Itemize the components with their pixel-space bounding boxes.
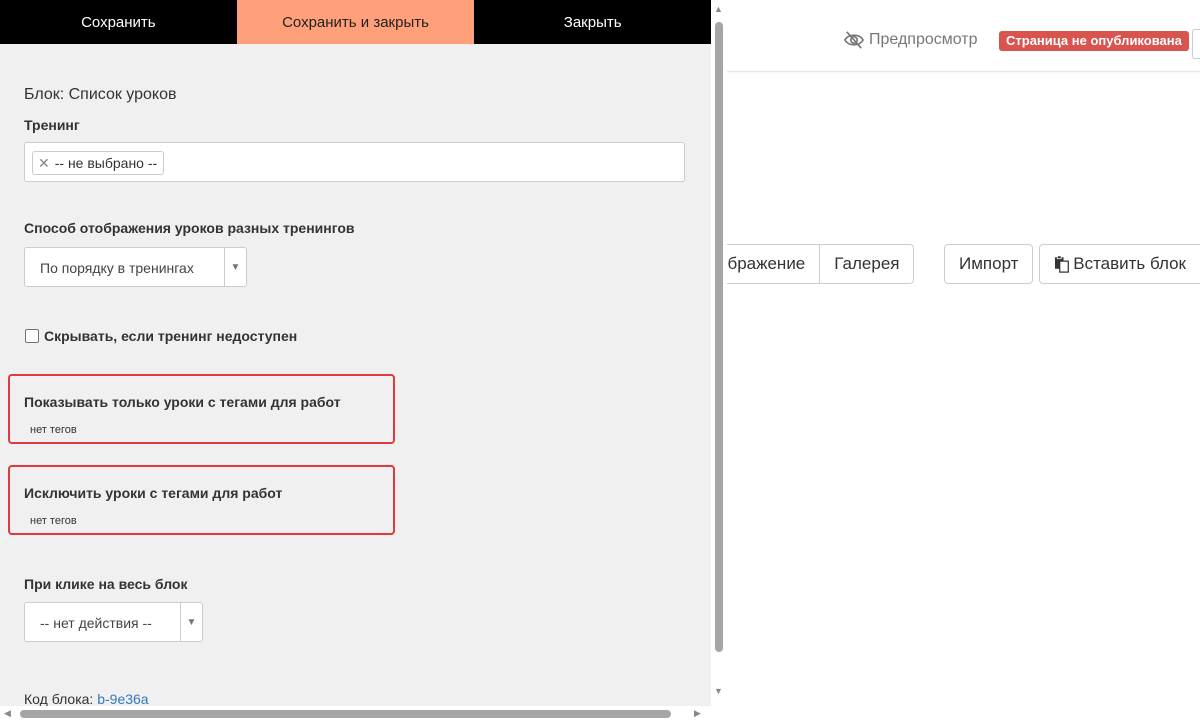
preview-button[interactable]: Предпросмотр [843, 30, 978, 50]
paste-block-button[interactable]: Вставить блок [1039, 244, 1200, 284]
scroll-left-icon[interactable]: ◀ [4, 708, 11, 719]
click-action-label: При клике на весь блок [24, 576, 188, 592]
import-button[interactable]: Импорт [944, 244, 1034, 284]
show-tags-label: Показывать только уроки с тегами для раб… [24, 394, 341, 410]
close-icon[interactable]: ✕ [38, 155, 50, 172]
block-title: Блок: Список уроков [24, 86, 177, 103]
horizontal-scroll-thumb[interactable] [20, 710, 671, 718]
gallery-button[interactable]: Галерея [820, 244, 915, 284]
save-button[interactable]: Сохранить [0, 0, 237, 44]
hide-if-unavailable-checkbox[interactable] [25, 329, 39, 343]
chevron-down-icon: ▼ [224, 248, 246, 286]
show-tags-value[interactable]: нет тегов [30, 424, 77, 436]
training-chip[interactable]: ✕ -- не выбрано -- [32, 151, 165, 175]
unpublished-badge: Страница не опубликована [999, 31, 1189, 51]
block-code-label: Код блока: [24, 691, 94, 707]
click-action-select[interactable]: -- нет действия -- ▼ [24, 602, 203, 642]
training-chip-label: -- не выбрано -- [54, 155, 158, 171]
panel-toolbar: Сохранить Сохранить и закрыть Закрыть [0, 0, 711, 44]
eye-slash-icon [843, 31, 865, 49]
display-mode-button[interactable]: ображение [711, 244, 821, 284]
scroll-up-icon[interactable]: ▲ [714, 4, 723, 14]
block-code-link[interactable]: b-9e36a [97, 691, 148, 707]
display-mode-select[interactable]: По порядку в тренингах ▼ [24, 247, 247, 287]
block-code: Код блока: b-9e36a [24, 691, 149, 707]
click-action-value: -- нет действия -- [40, 615, 152, 631]
horizontal-scrollbar[interactable]: ◀ ▶ [0, 706, 711, 722]
exclude-tags-value[interactable]: нет тегов [30, 515, 77, 527]
chevron-down-icon: ▼ [180, 603, 202, 641]
hide-if-unavailable-label: Скрывать, если тренинг недоступен [44, 328, 298, 344]
view-mode-group: ображение Галерея [711, 244, 915, 284]
display-mode-label: Способ отображения уроков разных тренинг… [24, 220, 355, 236]
training-label: Тренинг [24, 117, 80, 133]
training-select[interactable]: ✕ -- не выбрано -- [24, 142, 685, 182]
show-tags-section: Показывать только уроки с тегами для раб… [8, 374, 395, 444]
editor-topbar: Предпросмотр Страница не опубликована [711, 0, 1200, 72]
scroll-right-icon[interactable]: ▶ [694, 708, 701, 719]
exclude-tags-label: Исключить уроки с тегами для работ [24, 485, 283, 501]
preview-label: Предпросмотр [869, 31, 978, 48]
vertical-scrollbar[interactable]: ▲ ▼ [711, 0, 727, 722]
paste-block-label: Вставить блок [1073, 254, 1186, 273]
page-editor: Предпросмотр Страница не опубликована об… [711, 0, 1200, 722]
save-and-close-button[interactable]: Сохранить и закрыть [236, 0, 475, 44]
scroll-down-icon[interactable]: ▼ [714, 686, 723, 696]
topbar-button-partial[interactable] [1192, 29, 1200, 59]
block-settings-panel: Сохранить Сохранить и закрыть Закрыть Бл… [0, 0, 711, 722]
clipboard-icon [1054, 255, 1069, 273]
exclude-tags-section: Исключить уроки с тегами для работ нет т… [8, 465, 395, 535]
hide-if-unavailable-row[interactable]: Скрывать, если тренинг недоступен [25, 328, 297, 344]
close-button[interactable]: Закрыть [474, 0, 711, 44]
vertical-scroll-thumb[interactable] [715, 22, 723, 652]
display-mode-value: По порядку в тренингах [40, 260, 194, 276]
